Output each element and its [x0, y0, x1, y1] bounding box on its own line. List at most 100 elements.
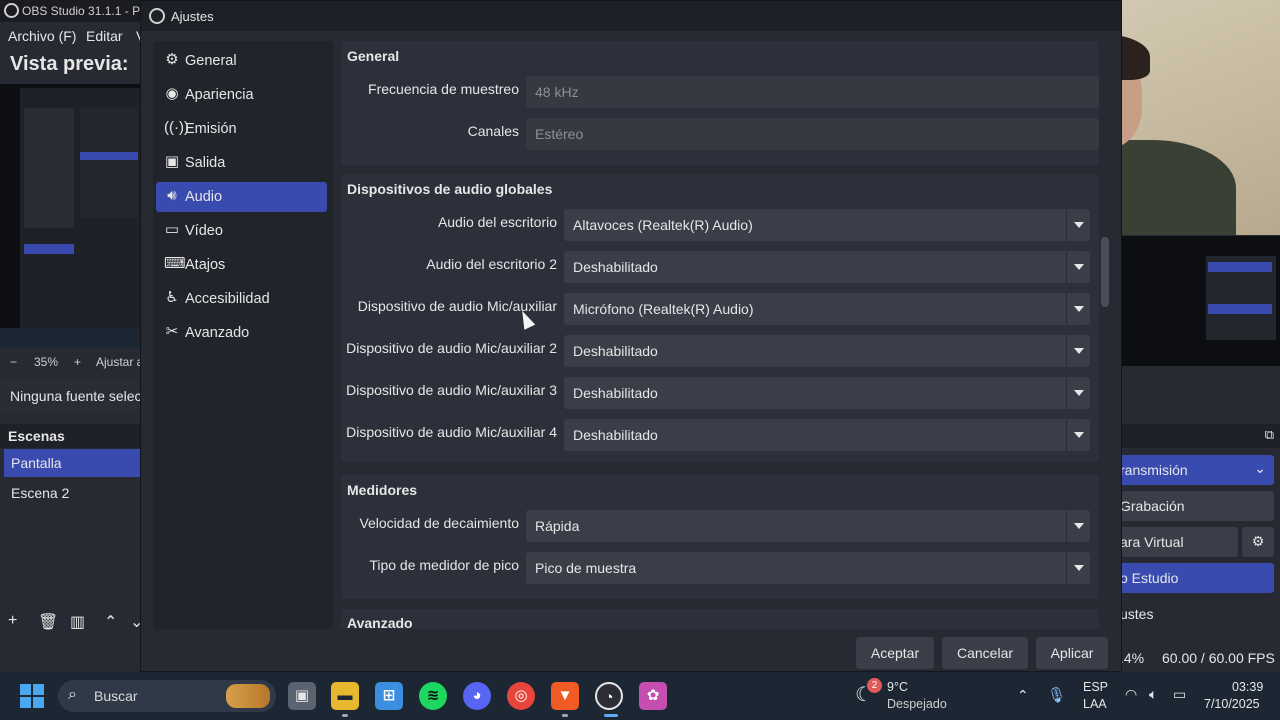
gear-icon: ⚙ — [165, 51, 179, 68]
language-bottom[interactable]: LAA — [1083, 697, 1107, 711]
sidebar-item-audio[interactable]: 🔊︎ Audio — [156, 182, 327, 212]
scene-item[interactable]: Escena 2 — [4, 479, 140, 507]
apply-button[interactable]: Aplicar — [1036, 637, 1108, 669]
dialog-titlebar: Ajustes — [141, 1, 1121, 31]
desktop-audio-2-label: Audio del escritorio 2 — [426, 256, 557, 272]
virtual-camera-button[interactable]: ara Virtual — [1112, 527, 1238, 557]
store-icon[interactable]: ⊞ — [375, 682, 403, 710]
app-icon[interactable]: ✿ — [639, 682, 667, 710]
sidebar-item-advanced[interactable]: ✂ Avanzado — [156, 318, 327, 348]
decay-rate-select[interactable]: Rápida — [526, 510, 1090, 542]
settings-content: General Frecuencia de muestreo 48 kHz Ca… — [341, 41, 1101, 629]
clock-time[interactable]: 03:39 — [1232, 680, 1263, 694]
obs-menubar: Archivo (F) Editar V — [0, 24, 145, 48]
desktop-audio-2-select[interactable]: Deshabilitado — [564, 251, 1090, 283]
chevron-down-icon[interactable]: ⌄ — [1254, 460, 1266, 477]
chrome-icon[interactable]: ◎ — [507, 682, 535, 710]
weather-text: Despejado — [887, 697, 947, 711]
add-scene-icon[interactable]: + — [8, 612, 17, 630]
peak-meter-select[interactable]: Pico de muestra — [526, 552, 1090, 584]
battery-icon[interactable]: ▭ — [1173, 686, 1186, 703]
nested-preview — [1122, 236, 1280, 366]
chevron-down-icon[interactable] — [1066, 251, 1090, 283]
preview-canvas[interactable] — [0, 84, 140, 348]
taskbar-search-input[interactable]: ⌕ Buscar — [58, 680, 276, 712]
mic-aux-4-select[interactable]: Deshabilitado — [564, 419, 1090, 451]
task-view-icon[interactable]: ▣ — [288, 682, 316, 710]
cancel-button[interactable]: Cancelar — [942, 637, 1028, 669]
scenes-header: Escenas — [0, 424, 140, 448]
move-up-icon[interactable]: ⌃ — [104, 612, 117, 632]
mic-aux-2-select[interactable]: Deshabilitado — [564, 335, 1090, 367]
temperature: 9°C — [887, 680, 908, 694]
start-recording-button[interactable]: Grabación — [1112, 491, 1274, 521]
desktop-audio-label: Audio del escritorio — [437, 214, 557, 230]
chevron-down-icon[interactable] — [1066, 419, 1090, 451]
undock-icon[interactable]: ⧉ — [1265, 427, 1274, 443]
start-streaming-button[interactable]: ransmisión ⌄ — [1112, 455, 1274, 485]
windows-start-icon[interactable] — [20, 684, 44, 708]
group-title: General — [347, 48, 400, 64]
menu-file[interactable]: Archivo (F) — [8, 28, 76, 44]
sidebar-item-hotkeys[interactable]: ⌨ Atajos — [156, 250, 327, 280]
file-explorer-icon[interactable]: ▬ — [331, 682, 359, 710]
accessibility-icon: ♿ — [165, 289, 179, 306]
sidebar-item-appearance[interactable]: ◉ Apariencia — [156, 80, 327, 110]
obs-logo-icon — [4, 3, 19, 18]
sidebar-item-output[interactable]: ▣ Salida — [156, 148, 327, 178]
discord-icon[interactable]: ◕ — [463, 682, 491, 710]
gear-icon[interactable]: ⚙ — [1242, 527, 1274, 557]
no-source-label: Ninguna fuente selec — [0, 380, 140, 414]
chevron-up-icon[interactable]: ⌃ — [1017, 687, 1029, 704]
search-icon: ⌕ — [68, 686, 77, 703]
controls-header: ⧉ — [1122, 424, 1280, 448]
cpu-usage: .4% — [1120, 650, 1145, 666]
mic-aux-3-select[interactable]: Deshabilitado — [564, 377, 1090, 409]
menu-edit[interactable]: Editar — [86, 28, 123, 44]
spotify-icon[interactable]: ≋ — [419, 682, 447, 710]
wifi-icon[interactable]: ◠ — [1125, 686, 1137, 703]
channels-label: Canales — [467, 123, 519, 139]
dialog-title: Ajustes — [171, 9, 214, 24]
chevron-down-icon[interactable] — [1066, 510, 1090, 542]
clock-date[interactable]: 7/10/2025 — [1204, 697, 1260, 711]
mic-aux-select[interactable]: Micrófono (Realtek(R) Audio) — [564, 293, 1090, 325]
sidebar-item-video[interactable]: ▭ Vídeo — [156, 216, 327, 246]
chevron-down-icon[interactable] — [1066, 209, 1090, 241]
scene-item[interactable]: Pantalla — [4, 449, 140, 477]
chevron-down-icon[interactable] — [1066, 293, 1090, 325]
weather-badge: 2 — [867, 678, 882, 693]
sample-rate-select[interactable]: 48 kHz — [526, 76, 1099, 108]
sidebar-item-accessibility[interactable]: ♿ Accesibilidad — [156, 284, 327, 314]
channels-select[interactable]: Estéreo — [526, 118, 1099, 150]
ok-button[interactable]: Aceptar — [856, 637, 934, 669]
chevron-down-icon[interactable] — [1066, 552, 1090, 584]
settings-button[interactable]: ustes — [1112, 599, 1274, 629]
content-scrollbar[interactable] — [1101, 237, 1109, 307]
mic-aux-4-label: Dispositivo de audio Mic/auxiliar 4 — [346, 424, 557, 440]
obs-taskbar-icon[interactable]: ◔ — [595, 682, 623, 710]
filter-icon[interactable]: ▥ — [70, 612, 85, 632]
chevron-down-icon[interactable] — [1066, 377, 1090, 409]
zoom-in-icon[interactable]: + — [74, 355, 81, 369]
sample-rate-label: Frecuencia de muestreo — [368, 81, 519, 97]
volume-icon[interactable]: 🔈︎ — [1149, 686, 1157, 703]
weather-widget[interactable]: ☾ 2 9°C Despejado — [855, 678, 955, 714]
language-top[interactable]: ESP — [1083, 680, 1108, 694]
sidebar-item-stream[interactable]: ((·)) Emisión — [156, 114, 327, 144]
chevron-down-icon[interactable] — [1066, 335, 1090, 367]
microphone-icon[interactable]: 🎙︎ — [1047, 686, 1066, 704]
trash-icon[interactable]: 🗑 — [38, 612, 58, 632]
sidebar-item-general[interactable]: ⚙ General — [156, 46, 327, 76]
zoom-out-icon[interactable]: − — [10, 355, 17, 369]
desktop-audio-select[interactable]: Altavoces (Realtek(R) Audio) — [564, 209, 1090, 241]
zoom-fit-button[interactable]: Ajustar a — [96, 355, 143, 369]
studio-mode-button[interactable]: o Estudio — [1112, 563, 1274, 593]
obs-window-title: OBS Studio 31.1.1 - Pe — [22, 4, 147, 18]
mic-aux-2-label: Dispositivo de audio Mic/auxiliar 2 — [346, 340, 557, 356]
status-bar: .4% 60.00 / 60.00 FPS — [1112, 646, 1280, 670]
brave-icon[interactable]: ▼ — [551, 682, 579, 710]
group-meters: Medidores Velocidad de decaimiento Rápid… — [341, 475, 1099, 599]
keyboard-icon: ⌨ — [164, 255, 186, 272]
search-highlight-image — [226, 684, 270, 708]
